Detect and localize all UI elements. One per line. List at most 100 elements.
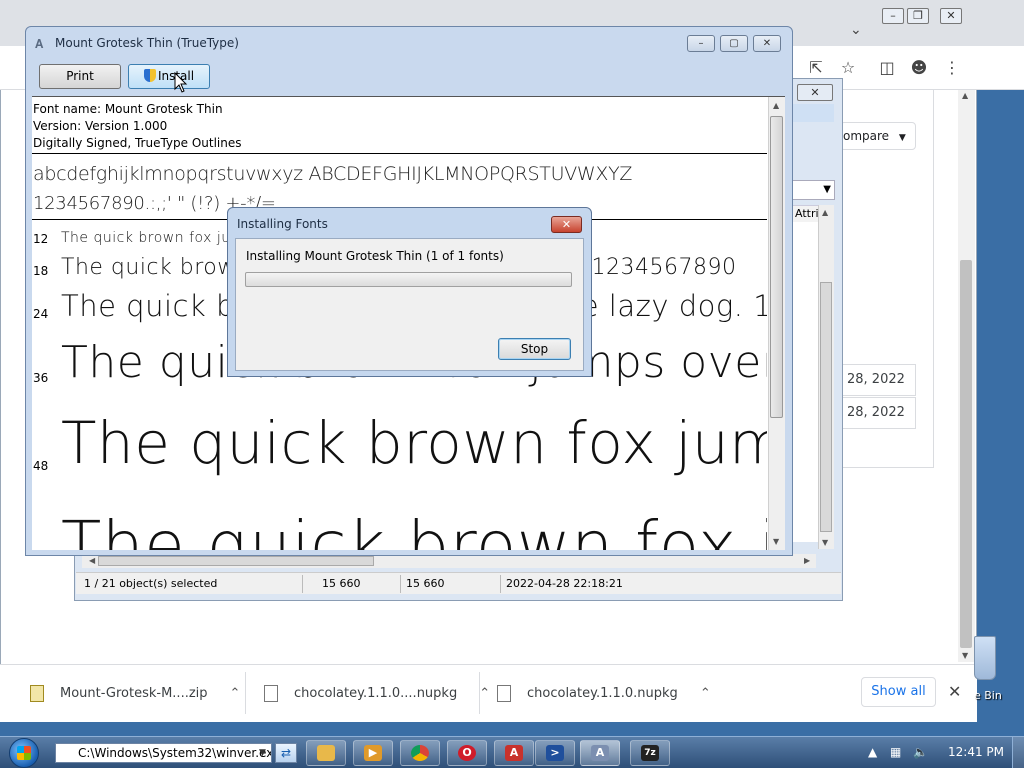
taskbar-font-viewer[interactable]: A [580,740,620,766]
chevron-up-icon[interactable]: ⌃ [230,686,241,701]
download-filename: chocolatey.1.1.0.nupkg [527,685,678,701]
font-file-icon: 𝐀 [35,37,44,51]
download-item[interactable]: Mount-Grotesk-M....zip ⌃ [30,664,240,722]
taskbar-7zip[interactable]: 7z [630,740,670,766]
close-button[interactable]: ✕ [753,35,781,52]
taskbar-opera[interactable]: O [447,740,487,766]
scroll-down-arrow-icon[interactable]: ▼ [822,538,828,547]
network-icon[interactable]: ▦ [890,745,901,759]
chrome-restore-button[interactable]: ❐ [907,8,929,24]
address-dropdown-icon[interactable]: ▼ [259,748,266,758]
compare-label: ompare [843,129,890,143]
file-list[interactable] [792,222,820,542]
show-hidden-icons-icon[interactable]: ▲ [868,745,877,759]
font-viewer-title: Mount Grotesk Thin (TrueType) [55,36,239,50]
chrome-minimize-button[interactable]: – [882,8,904,24]
chrome-menu-icon[interactable]: ⋮ [942,58,962,78]
show-all-downloads-button[interactable]: Show all [861,677,936,707]
compare-button[interactable]: ompare ▼ [840,122,916,150]
bookmark-star-icon[interactable]: ☆ [838,58,858,78]
chrome-icon [411,745,429,761]
file-list-scrollbar-thumb[interactable] [820,282,832,532]
font-app-icon: A [505,745,523,761]
divider [500,575,501,593]
chevron-up-icon[interactable]: ⌃ [479,686,490,701]
scroll-right-arrow-icon[interactable]: ▶ [804,556,810,565]
taskbar-powershell[interactable]: > [535,740,575,766]
date-cell: 28, 2022 [840,397,916,429]
profile-avatar-icon[interactable]: ☻ [909,58,929,78]
print-button[interactable]: Print [39,64,121,89]
tab-search-chevron-icon[interactable]: ⌄ [850,22,862,38]
download-item[interactable]: chocolatey.1.1.0.nupkg ⌃ [497,664,711,722]
recycle-bin-icon[interactable] [974,636,996,680]
file-manager-status-bar: 1 / 21 object(s) selected 15 660 15 660 … [76,572,841,594]
sample-size: 12 [33,232,49,246]
zip-file-icon [30,684,44,702]
selection-status: 1 / 21 object(s) selected [84,577,218,590]
alphabet-sample: abcdefghijklmnopqrstuvwxyz ABCDEFGHIJKLM… [33,163,633,185]
packed-size-status: 15 660 [406,577,445,590]
sample-size: 48 [33,459,49,473]
side-panel-icon[interactable]: ◫ [877,58,897,78]
scroll-down-arrow-icon[interactable]: ▼ [962,651,968,660]
date-cell: 28, 2022 [840,364,916,396]
file-manager-close-button[interactable]: ✕ [797,84,833,101]
install-progress-message: Installing Mount Grotesk Thin (1 of 1 fo… [246,249,504,263]
sample-row: 48 The quick brown fox jumps over the la… [32,405,767,497]
taskbar-font-app[interactable]: A [494,740,534,766]
divider [400,575,401,593]
minimize-button[interactable]: – [687,35,715,52]
chrome-scrollbar-thumb[interactable] [960,260,972,648]
font-version: Version: Version 1.000 [33,119,168,133]
close-downloads-bar-icon[interactable]: ✕ [948,682,961,701]
install-button[interactable]: Install [128,64,210,89]
volume-icon[interactable]: 🔈 [913,745,928,759]
address-go-button[interactable]: ⇄ [275,743,297,763]
chrome-close-button[interactable]: ✕ [940,8,962,24]
chevron-up-icon[interactable]: ⌃ [700,686,711,701]
font-signature: Digitally Signed, TrueType Outlines [33,136,242,150]
font-preview-scrollbar-thumb[interactable] [770,116,783,418]
taskbar-clock[interactable]: 12:41 PM [948,745,1004,759]
download-filename: Mount-Grotesk-M....zip [60,685,208,701]
sample-text: The quick brown fox jumps over the lazy … [61,507,767,550]
font-info: Font name: Mount Grotesk Thin Version: V… [33,101,242,152]
maximize-button[interactable]: ▢ [720,35,748,52]
dialog-title: Installing Fonts [237,217,328,231]
font-viewer-icon: A [591,745,609,761]
windows-logo-icon [17,746,31,760]
scroll-left-arrow-icon[interactable]: ◀ [89,556,95,565]
scroll-down-arrow-icon[interactable]: ▼ [773,537,779,546]
share-icon[interactable]: ⇱ [806,58,826,78]
divider [245,672,246,714]
size-status: 15 660 [322,577,361,590]
sample-text: The quick brown fox jumps over the lazy … [61,409,767,477]
show-desktop-button[interactable] [1012,737,1024,768]
taskbar-media-player[interactable]: ▶ [353,740,393,766]
download-filename: chocolatey.1.1.0....nupkg [294,685,458,701]
dialog-close-button[interactable]: ✕ [551,216,582,233]
dropdown-arrow-icon: ▼ [898,133,906,143]
sample-size: 18 [33,264,49,278]
stop-button[interactable]: Stop [498,338,571,360]
7zip-icon: 7z [641,745,659,761]
sample-size: 24 [33,307,49,321]
taskbar-chrome[interactable] [400,740,440,766]
taskbar-explorer[interactable] [306,740,346,766]
folder-icon [317,745,335,761]
file-icon [264,684,278,702]
path-dropdown[interactable]: ▼ [792,180,835,200]
scroll-up-arrow-icon[interactable]: ▲ [822,208,828,217]
download-item[interactable]: chocolatey.1.1.0....nupkg ⌃ [264,664,490,722]
scroll-up-arrow-icon[interactable]: ▲ [773,101,779,110]
file-list-hscrollbar-thumb[interactable] [98,556,374,566]
media-player-icon: ▶ [364,745,382,761]
opera-icon: O [458,745,476,761]
powershell-icon: > [546,745,564,761]
install-progress-bar [245,272,572,287]
scroll-up-arrow-icon[interactable]: ▲ [962,91,968,100]
uac-shield-icon [143,69,156,82]
address-toolbar-input[interactable]: C:\Windows\System32\winver.exe [55,743,272,763]
divider [32,153,767,154]
